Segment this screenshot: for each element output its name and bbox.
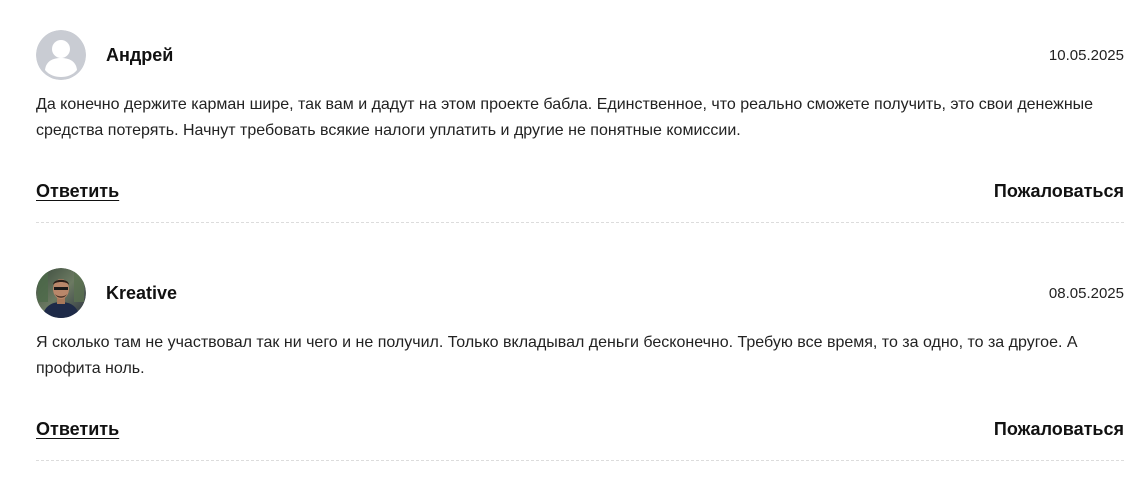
- comment-text: Я сколько там не участвовал так ни чего …: [36, 334, 1078, 377]
- comment-item: Андрей 10.05.2025 Да конечно держите кар…: [36, 30, 1124, 223]
- report-link[interactable]: Пожаловаться: [994, 418, 1124, 440]
- report-link[interactable]: Пожаловаться: [994, 180, 1124, 202]
- comment-author: Kreative: [106, 283, 178, 303]
- comment-author: Андрей: [106, 45, 174, 65]
- comment-text: Да конечно держите карман шире, так вам …: [36, 96, 1094, 139]
- comment-actions: Ответить Пожаловаться: [36, 418, 1124, 442]
- default-user-avatar-icon: [36, 30, 86, 80]
- user-photo-avatar: [36, 268, 86, 318]
- comments-list: Андрей 10.05.2025 Да конечно держите кар…: [36, 30, 1124, 461]
- reply-link[interactable]: Ответить: [36, 180, 119, 202]
- comment-actions: Ответить Пожаловаться: [36, 180, 1124, 204]
- comment-date: 08.05.2025: [1048, 285, 1124, 302]
- reply-link[interactable]: Ответить: [36, 418, 119, 440]
- comment-date: 10.05.2025: [1048, 47, 1124, 64]
- comment-item: Kreative 08.05.2025 Я сколько там не уча…: [36, 268, 1124, 461]
